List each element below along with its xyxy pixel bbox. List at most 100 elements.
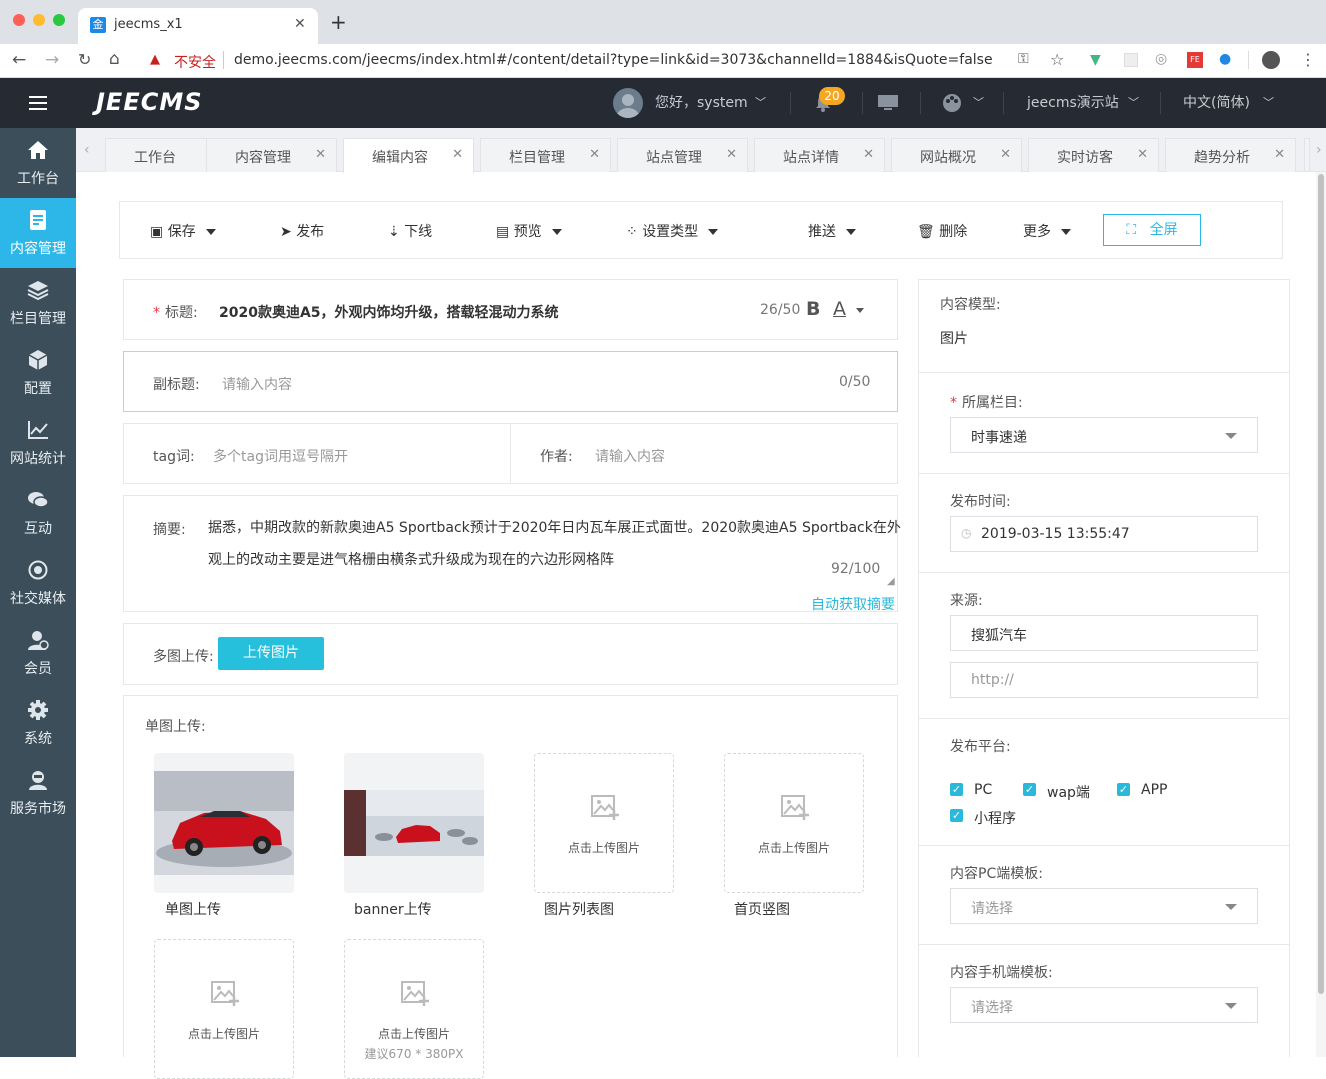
- key-icon[interactable]: ⚿: [1018, 51, 1029, 67]
- close-icon[interactable]: ✕: [315, 147, 326, 162]
- platform-wap[interactable]: wap端: [1047, 782, 1090, 802]
- tab-realtime-visitors[interactable]: 实时访客 ✕: [1028, 138, 1159, 172]
- url-field[interactable]: demo.jeecms.com/jeecms/index.html#/conte…: [234, 52, 993, 68]
- avatar[interactable]: [613, 88, 643, 118]
- banner-image-thumbnail[interactable]: [344, 753, 484, 893]
- insecure-label[interactable]: 不安全: [174, 52, 216, 72]
- pc-template-select[interactable]: 请选择: [950, 888, 1258, 924]
- close-tab-icon[interactable]: ✕: [294, 16, 306, 32]
- back-icon[interactable]: ←: [12, 50, 26, 70]
- single-image-thumbnail[interactable]: [154, 753, 294, 893]
- checkbox-checked-icon[interactable]: ✓: [1023, 783, 1036, 796]
- browser-tab[interactable]: 金 jeecms_x1 ✕: [78, 8, 318, 44]
- close-icon[interactable]: ✕: [726, 147, 737, 162]
- upload-images-button[interactable]: 上传图片: [218, 637, 324, 670]
- sidebar-item-social-media[interactable]: 社交媒体: [0, 548, 76, 618]
- globe-icon[interactable]: ●: [1219, 51, 1231, 67]
- subtitle-input[interactable]: 请输入内容: [222, 374, 292, 394]
- fe-extension-icon[interactable]: FE: [1187, 52, 1203, 68]
- reload-icon[interactable]: ↻: [78, 50, 91, 69]
- author-input[interactable]: 请输入内容: [595, 446, 665, 466]
- chevron-down-icon[interactable]: ﹀: [1263, 78, 1274, 128]
- font-color-button[interactable]: A: [833, 298, 846, 320]
- close-window-button[interactable]: [13, 14, 25, 26]
- checkbox-checked-icon[interactable]: ✓: [1117, 783, 1130, 796]
- home-page-icon[interactable]: ⌂: [109, 49, 120, 69]
- palette-icon[interactable]: [942, 93, 962, 113]
- maximize-window-button[interactable]: [53, 14, 65, 26]
- save-button[interactable]: ▣ 保存: [150, 221, 216, 241]
- platform-mini-program[interactable]: 小程序: [974, 808, 1016, 828]
- checkbox-checked-icon[interactable]: ✓: [950, 783, 963, 796]
- caret-down-icon[interactable]: [856, 308, 864, 313]
- resize-handle-icon[interactable]: ◢: [887, 576, 895, 587]
- sidebar-item-content[interactable]: 内容管理: [0, 198, 76, 268]
- auto-summary-link[interactable]: 自动获取摘要: [811, 594, 895, 614]
- logo[interactable]: JEECMS: [96, 88, 203, 116]
- offline-button[interactable]: ⇣ 下线: [388, 221, 432, 241]
- channel-select[interactable]: 时事速递: [950, 417, 1258, 453]
- tab-trend-analysis[interactable]: 趋势分析 ✕: [1165, 138, 1296, 172]
- source-url-input[interactable]: http://: [950, 662, 1258, 698]
- chevron-down-icon[interactable]: ﹀: [755, 78, 766, 128]
- image-list-upload[interactable]: 点击上传图片: [534, 753, 674, 893]
- scrollbar-thumb[interactable]: [1318, 174, 1324, 994]
- sidebar-item-members[interactable]: 会员: [0, 618, 76, 688]
- tab-site-management[interactable]: 站点管理 ✕: [617, 138, 748, 172]
- title-input[interactable]: 2020款奥迪A5，外观内饰均升级，搭载轻混动力系统: [219, 302, 559, 322]
- chevron-down-icon[interactable]: ﹀: [1128, 78, 1139, 128]
- sidebar-item-service-market[interactable]: 服务市场: [0, 758, 76, 828]
- image-upload[interactable]: 点击上传图片 建议670 * 380PX: [344, 939, 484, 1079]
- vue-devtools-icon[interactable]: ▼: [1090, 52, 1101, 68]
- close-icon[interactable]: ✕: [1137, 147, 1148, 162]
- set-type-button[interactable]: ⁘ 设置类型: [626, 221, 719, 241]
- close-icon[interactable]: ✕: [863, 147, 874, 162]
- profile-icon[interactable]: [1262, 51, 1280, 69]
- chevron-left-icon[interactable]: ‹: [84, 142, 90, 158]
- bookmark-star-icon[interactable]: ☆: [1050, 50, 1064, 69]
- forward-icon[interactable]: →: [45, 50, 59, 70]
- tab-edit-content[interactable]: 编辑内容 ✕: [343, 138, 474, 173]
- sidebar-item-config[interactable]: 配置: [0, 338, 76, 408]
- user-greeting[interactable]: 您好，system: [655, 78, 748, 128]
- publish-button[interactable]: ➤ 发布: [280, 221, 324, 241]
- close-icon[interactable]: ✕: [1000, 147, 1011, 162]
- site-switcher[interactable]: jeecms演示站: [1027, 78, 1119, 128]
- hamburger-icon[interactable]: [29, 95, 47, 111]
- mobile-template-select[interactable]: 请选择: [950, 987, 1258, 1023]
- sidebar-item-interaction[interactable]: 互动: [0, 478, 76, 548]
- platform-pc[interactable]: PC: [974, 782, 992, 798]
- fullscreen-button[interactable]: ⛶ 全屏: [1103, 214, 1201, 246]
- image-upload[interactable]: 点击上传图片: [154, 939, 294, 1079]
- delete-button[interactable]: 🗑 删除: [917, 221, 967, 241]
- extension-icon[interactable]: [1124, 53, 1138, 67]
- push-button[interactable]: 推送: [808, 221, 856, 241]
- tab-channel-management[interactable]: 栏目管理 ✕: [480, 138, 611, 172]
- chevron-down-icon[interactable]: ﹀: [973, 78, 984, 128]
- more-button[interactable]: 更多: [1023, 221, 1071, 241]
- bold-button[interactable]: B: [806, 298, 820, 320]
- summary-textarea[interactable]: 据悉，中期改款的新款奥迪A5 Sportback预计于2020年日内瓦车展正式面…: [208, 512, 901, 587]
- home-vertical-upload[interactable]: 点击上传图片: [724, 753, 864, 893]
- close-icon[interactable]: ✕: [589, 147, 600, 162]
- source-input[interactable]: 搜狐汽车: [950, 615, 1258, 651]
- close-icon[interactable]: ✕: [452, 147, 463, 162]
- tab-site-details[interactable]: 站点详情 ✕: [754, 138, 885, 172]
- scrollbar-track[interactable]: [1316, 172, 1326, 1057]
- sidebar-item-system[interactable]: 系统: [0, 688, 76, 758]
- monitor-icon[interactable]: [878, 95, 898, 111]
- tag-input[interactable]: 多个tag词用逗号隔开: [213, 446, 348, 466]
- preview-button[interactable]: ▤ 预览: [496, 221, 562, 241]
- extension-circle-icon[interactable]: ◎: [1155, 51, 1167, 67]
- sidebar-item-statistics[interactable]: 网站统计: [0, 408, 76, 478]
- publish-time-picker[interactable]: ◷ 2019-03-15 13:55:47: [950, 516, 1258, 552]
- close-icon[interactable]: ✕: [1274, 147, 1285, 162]
- menu-kebab-icon[interactable]: ⋮: [1300, 50, 1316, 69]
- new-tab-button[interactable]: +: [330, 12, 347, 32]
- minimize-window-button[interactable]: [33, 14, 45, 26]
- tab-content-management[interactable]: 内容管理 ✕: [206, 138, 337, 172]
- sidebar-item-workbench[interactable]: 工作台: [0, 128, 76, 198]
- language-switcher[interactable]: 中文(简体): [1183, 78, 1250, 128]
- tab-site-overview[interactable]: 网站概况 ✕: [891, 138, 1022, 172]
- chevron-right-icon[interactable]: ›: [1316, 142, 1322, 158]
